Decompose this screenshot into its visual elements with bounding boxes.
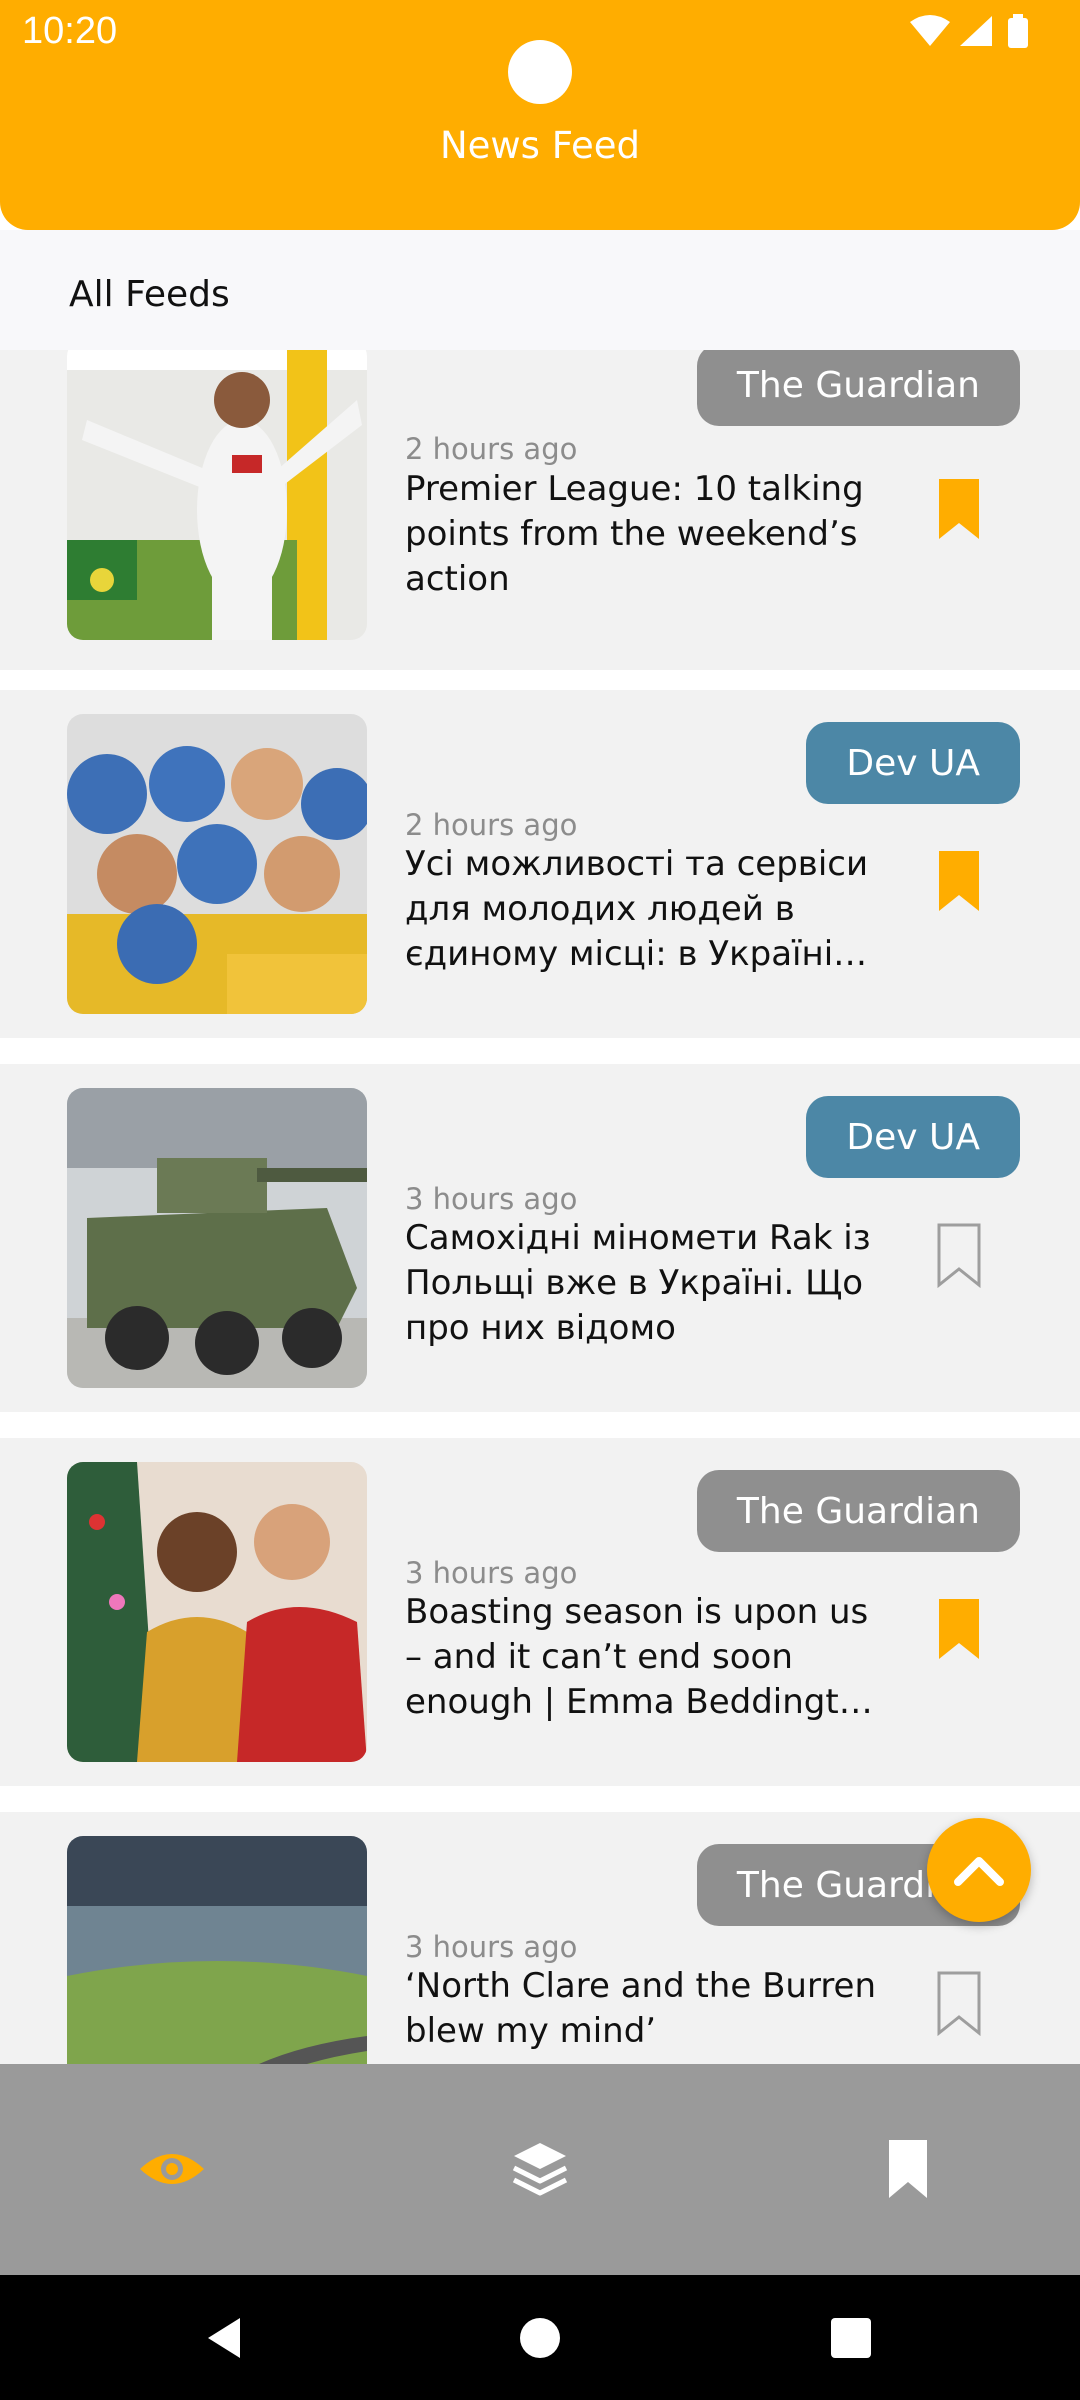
- bookmark-icon[interactable]: [936, 1596, 982, 1662]
- source-badge[interactable]: Dev UA: [806, 722, 1020, 804]
- recents-icon[interactable]: [826, 2313, 876, 2363]
- nav-bookmarks[interactable]: [868, 2134, 948, 2204]
- article-headline[interactable]: Усі можливості та сервіси для молодих лю…: [405, 842, 895, 977]
- bookmark-icon[interactable]: [936, 476, 982, 542]
- bookmark-outline-icon[interactable]: [936, 1970, 982, 2036]
- news-feed-list[interactable]: The Guardian 2 hours ago Premier League:…: [0, 350, 1080, 2064]
- bookmark-icon: [889, 2140, 927, 2198]
- app-logo: [508, 40, 572, 104]
- article-card[interactable]: Dev UA 2 hours ago Усі можливості та сер…: [0, 690, 1080, 1038]
- feed-filter-bar: All Feeds: [0, 230, 1080, 350]
- article-headline[interactable]: ‘North Clare and the Burren blew my mind…: [405, 1964, 895, 2064]
- source-badge[interactable]: The Guardian: [696, 1470, 1020, 1552]
- article-time: 3 hours ago: [405, 1556, 578, 1590]
- bookmark-outline-icon[interactable]: [936, 1222, 982, 1288]
- article-thumbnail: [67, 350, 367, 640]
- source-badge[interactable]: The Guardian: [696, 350, 1020, 426]
- app-header: 10:20 News Feed: [0, 0, 1080, 230]
- article-thumbnail: [67, 1462, 367, 1762]
- bottom-navigation: [0, 2064, 1080, 2275]
- article-time: 3 hours ago: [405, 1182, 578, 1216]
- article-card[interactable]: Dev UA 3 hours ago Самохідні міномети Ra…: [0, 1064, 1080, 1412]
- system-navigation-bar: [0, 2275, 1080, 2400]
- article-time: 2 hours ago: [405, 808, 578, 842]
- layers-icon: [512, 2143, 568, 2196]
- article-thumbnail: [67, 714, 367, 1014]
- article-card[interactable]: The Guardian 2 hours ago Premier League:…: [0, 350, 1080, 670]
- bookmark-icon[interactable]: [936, 848, 982, 914]
- home-icon[interactable]: [515, 2313, 565, 2363]
- scroll-to-top-button[interactable]: [927, 1818, 1031, 1922]
- nav-sources[interactable]: [500, 2134, 580, 2204]
- article-headline[interactable]: Boasting season is upon us – and it can’…: [405, 1590, 895, 1725]
- nav-feed[interactable]: [132, 2134, 212, 2204]
- back-icon[interactable]: [200, 2313, 250, 2363]
- article-card[interactable]: The Guardian 3 hours ago Boasting season…: [0, 1438, 1080, 1786]
- article-time: 3 hours ago: [405, 1930, 578, 1964]
- status-icons: [910, 14, 1028, 48]
- article-thumbnail: [67, 1836, 367, 2064]
- chevron-up-icon: [954, 1857, 1004, 1886]
- article-headline[interactable]: Самохідні міномети Rak із Польщі вже в У…: [405, 1216, 895, 1351]
- article-headline[interactable]: Premier League: 10 talking points from t…: [405, 467, 895, 602]
- status-time: 10:20: [22, 10, 118, 52]
- article-time: 2 hours ago: [405, 432, 578, 466]
- article-card[interactable]: The Guardian 3 hours ago ‘North Clare an…: [0, 1812, 1080, 2064]
- eye-icon: [140, 2154, 204, 2184]
- page-title: News Feed: [439, 124, 640, 167]
- feed-filter-label[interactable]: All Feeds: [69, 274, 230, 315]
- article-thumbnail: [67, 1088, 367, 1388]
- source-badge[interactable]: Dev UA: [806, 1096, 1020, 1178]
